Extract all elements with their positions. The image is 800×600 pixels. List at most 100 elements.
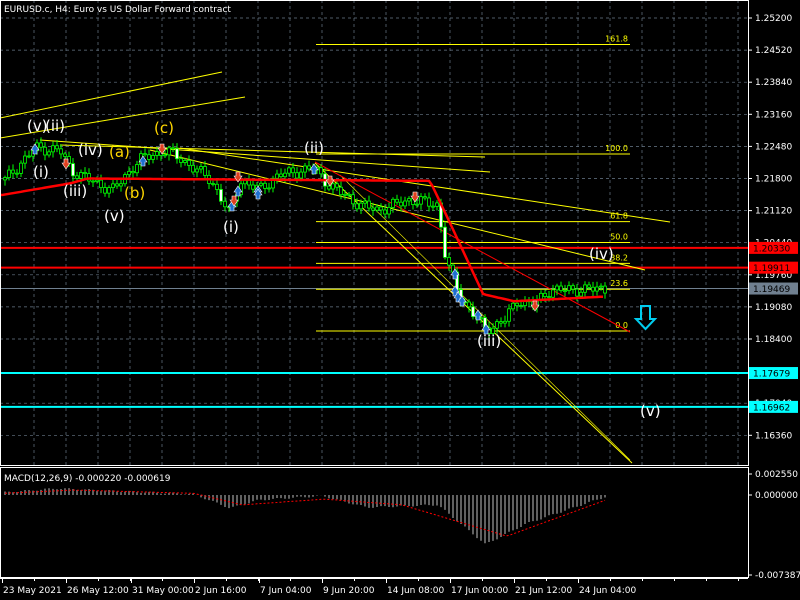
- macd-panel: [4, 488, 606, 544]
- candle-body: [59, 148, 63, 155]
- macd-tick-label: 0.000000: [755, 491, 798, 501]
- candle-body: [339, 186, 343, 196]
- candle-body: [375, 206, 379, 211]
- candle-body: [251, 184, 255, 190]
- candle-body: [215, 183, 219, 190]
- candle-body: [127, 171, 131, 176]
- price-tick-label: 1.16360: [755, 431, 792, 441]
- candle-body: [511, 302, 515, 310]
- price-tick-label: 1.23840: [755, 78, 792, 88]
- trendline: [39, 139, 491, 173]
- price-tick-label: 1.21800: [755, 175, 792, 185]
- wave-label: (iv): [589, 245, 614, 263]
- candle-body: [191, 164, 195, 173]
- candle-body: [395, 198, 399, 203]
- candle-body: [291, 167, 295, 174]
- candle-body: [299, 171, 303, 179]
- wave-label: (v): [104, 207, 125, 225]
- price-tick-label: 1.25200: [755, 14, 792, 24]
- candle-body: [443, 226, 447, 258]
- fib-level-label: 100.0: [605, 144, 628, 153]
- time-tick-label: 24 Jun 04:00: [579, 586, 636, 596]
- sell-arrow-icon: [633, 305, 658, 331]
- wave-label: (i): [33, 163, 49, 181]
- wave-label: (ii): [304, 139, 324, 157]
- candle-body: [403, 200, 407, 207]
- candle-body: [39, 142, 43, 148]
- candle-body: [103, 187, 107, 194]
- price-tick-label: 1.24520: [755, 46, 792, 56]
- candle-body: [419, 196, 423, 205]
- candle-body: [199, 166, 203, 170]
- candle-body: [415, 203, 419, 206]
- price-label-resistance: 1.20330: [753, 244, 790, 254]
- candle-body: [279, 173, 283, 178]
- candle-body: [431, 205, 435, 208]
- candle-body: [143, 153, 147, 156]
- candle-body: [563, 290, 567, 292]
- trendline: [0, 71, 223, 119]
- candle-body: [99, 179, 103, 188]
- wave-label: (iii): [63, 182, 87, 200]
- time-tick-label: 17 Jun 00:00: [451, 586, 508, 596]
- time-tick-label: 9 Jun 20:00: [323, 586, 375, 596]
- candle-body: [83, 172, 87, 175]
- candle-body: [175, 148, 179, 160]
- wave-label: (a): [109, 143, 130, 161]
- candle-body: [495, 321, 499, 329]
- price-label-resistance: 1.19911: [753, 264, 790, 274]
- time-axis[interactable]: 23 May 2021 26 May 12:00 31 May 00:00 2 Jun…: [2, 578, 739, 596]
- candle-body: [555, 285, 559, 291]
- candle-body: [307, 165, 311, 170]
- wave-label: (iv): [78, 141, 103, 159]
- candle-body: [183, 160, 187, 163]
- candle-body: [423, 196, 427, 199]
- candle-body: [3, 177, 7, 181]
- price-axis[interactable]: 1.25200 1.24520 1.23840 1.23160 1.22480 1.218…: [748, 14, 800, 581]
- candle-body: [575, 288, 579, 297]
- wave-label: (iii): [477, 332, 501, 350]
- price-tick-label: 1.21120: [755, 207, 792, 217]
- candle-body: [135, 164, 139, 174]
- price-chart[interactable]: 161.8100.061.850.038.223.60.0 (v) (ii) (i)…: [0, 0, 800, 600]
- candle-body: [287, 167, 291, 174]
- candle-body: [551, 289, 555, 298]
- candle-body: [519, 305, 523, 307]
- candle-body: [359, 202, 363, 210]
- candle-body: [379, 206, 383, 211]
- candle-body: [95, 179, 99, 182]
- candle-body: [107, 187, 111, 194]
- price-label-target: 1.16962: [753, 403, 790, 413]
- fibonacci-retracement[interactable]: 161.8100.061.850.038.223.60.0: [316, 35, 630, 332]
- candle-body: [503, 320, 507, 324]
- candle-body: [351, 194, 355, 205]
- candle-body: [447, 257, 451, 266]
- time-tick-label: 31 May 00:00: [132, 586, 194, 596]
- candle-body: [595, 286, 599, 292]
- candle-body: [363, 200, 367, 204]
- candle-body: [27, 155, 31, 158]
- candle-body: [331, 183, 335, 190]
- candle-body: [343, 193, 347, 196]
- grid: [0, 0, 748, 465]
- candle-body: [119, 183, 123, 187]
- candle-body: [23, 155, 27, 164]
- macd-tick-label: 0.002550: [755, 470, 798, 480]
- wave-label: (i): [223, 218, 239, 236]
- candle-body: [187, 160, 191, 166]
- candle-body: [371, 207, 375, 211]
- candle-body: [319, 167, 323, 175]
- candle-body: [387, 207, 391, 215]
- candle-body: [71, 163, 75, 177]
- candle-body: [203, 166, 207, 176]
- wave-label: (ii): [45, 117, 65, 135]
- candle-body: [355, 203, 359, 210]
- candle-body: [283, 172, 287, 178]
- price-label-target: 1.17679: [753, 370, 790, 380]
- candle-body: [91, 180, 95, 183]
- candle-body: [303, 165, 307, 173]
- candle-body: [15, 172, 19, 175]
- candle-body: [11, 169, 15, 174]
- candle-body: [335, 183, 339, 188]
- time-tick-label: 21 Jun 12:00: [515, 586, 572, 596]
